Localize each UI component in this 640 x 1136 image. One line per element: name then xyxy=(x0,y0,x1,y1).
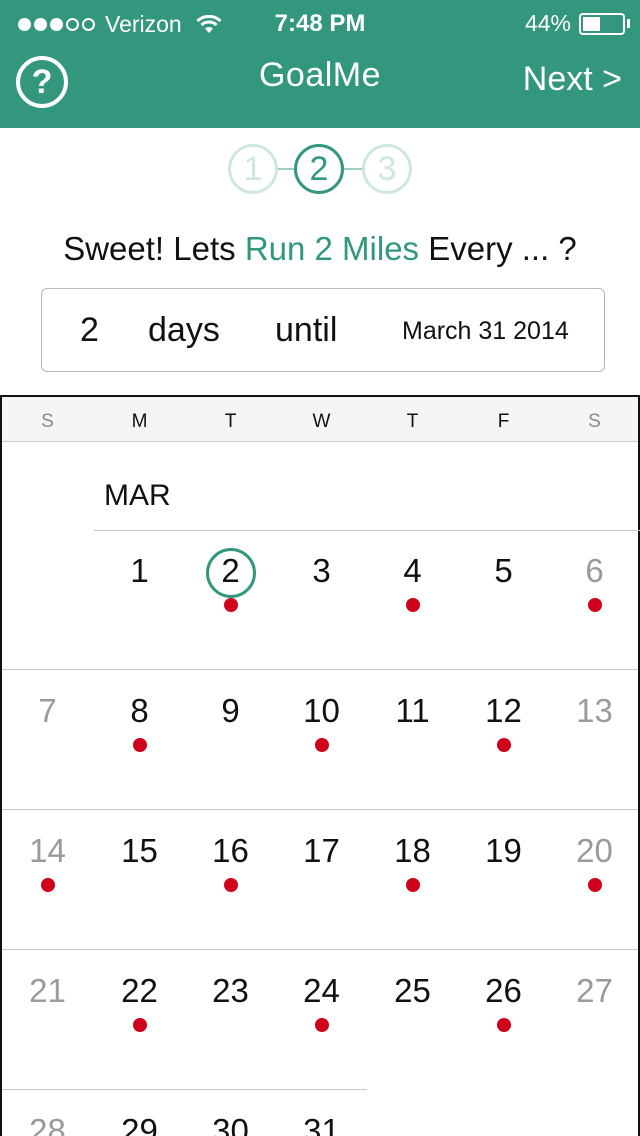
calendar-day[interactable]: 25 xyxy=(367,972,458,1010)
calendar-day[interactable]: 21 xyxy=(2,972,93,1010)
week-divider xyxy=(2,669,638,670)
calendar-day[interactable]: 19 xyxy=(458,832,549,870)
scheduled-day-marker xyxy=(40,878,55,892)
calendar-day[interactable]: 18 xyxy=(367,832,458,870)
weekday-label: T xyxy=(224,411,237,432)
scheduled-day-marker xyxy=(587,598,602,612)
weekday-label: W xyxy=(312,411,331,432)
calendar-day[interactable]: 10 xyxy=(276,692,367,730)
month-label: MAR xyxy=(104,479,171,512)
frequency-count[interactable]: 2 xyxy=(80,311,99,350)
scheduled-day-marker xyxy=(496,738,511,752)
calendar-day[interactable]: 4 xyxy=(367,552,458,590)
calendar-day[interactable]: 1 xyxy=(94,552,185,590)
calendar-day[interactable]: 30 xyxy=(185,1112,276,1136)
scheduled-day-marker xyxy=(132,738,147,752)
calendar-day[interactable]: 20 xyxy=(549,832,640,870)
month-divider xyxy=(94,530,640,531)
step-3: 3 xyxy=(362,144,412,194)
calendar-day[interactable]: 3 xyxy=(276,552,367,590)
calendar-day[interactable]: 26 xyxy=(458,972,549,1010)
scheduled-day-marker xyxy=(223,878,238,892)
calendar-day[interactable]: 27 xyxy=(549,972,640,1010)
battery-status: 44% xyxy=(525,10,630,37)
calendar-day[interactable]: 31 xyxy=(276,1112,367,1136)
scheduled-day-marker xyxy=(587,878,602,892)
battery-icon xyxy=(579,12,625,35)
scheduled-day-marker xyxy=(405,878,420,892)
status-bar: Verizon 7:48 PM 44% xyxy=(0,0,640,50)
calendar-day[interactable]: 16 xyxy=(185,832,276,870)
calendar-day[interactable]: 11 xyxy=(367,692,458,730)
calendar-day[interactable]: 14 xyxy=(2,832,93,870)
calendar-day[interactable]: 6 xyxy=(549,552,640,590)
scheduled-day-marker xyxy=(223,598,238,612)
calendar-day[interactable]: 8 xyxy=(94,692,185,730)
step-indicator: 1 2 3 xyxy=(226,144,416,196)
calendar-day[interactable]: 9 xyxy=(185,692,276,730)
end-date[interactable]: March 31 2014 xyxy=(402,317,569,346)
calendar-day[interactable]: 29 xyxy=(94,1112,185,1136)
calendar-day[interactable]: 13 xyxy=(549,692,640,730)
weekday-label: M xyxy=(131,411,148,432)
goal-headline: Sweet! Lets Run 2 Miles Every ... ? xyxy=(0,230,640,268)
scheduled-day-marker xyxy=(405,598,420,612)
next-button[interactable]: Next > xyxy=(523,60,622,99)
scheduled-day-marker xyxy=(496,1018,511,1032)
headline-suffix: Every ... ? xyxy=(419,230,577,267)
step-connector xyxy=(342,168,364,170)
until-label: until xyxy=(275,311,338,349)
goal-name: Run 2 Miles xyxy=(244,230,420,267)
step-2: 2 xyxy=(294,144,344,194)
frequency-picker[interactable]: 2 days until March 31 2014 xyxy=(41,288,605,372)
week-divider xyxy=(2,949,638,950)
battery-percent: 44% xyxy=(524,10,571,36)
calendar-day[interactable]: 24 xyxy=(276,972,367,1010)
calendar-day[interactable]: 15 xyxy=(94,832,185,870)
calendar-day[interactable]: 22 xyxy=(94,972,185,1010)
calendar-day[interactable]: 23 xyxy=(185,972,276,1010)
weekday-label: S xyxy=(41,411,54,432)
calendar-day[interactable]: 12 xyxy=(458,692,549,730)
week-divider xyxy=(2,1089,367,1090)
calendar: S M T W T F S MAR 1 2 3 4 5 6 7 8 9 10 11 12 13 14 15 1… xyxy=(0,395,640,1136)
weekday-header: S M T W T F S xyxy=(2,397,638,442)
scheduled-day-marker xyxy=(132,1018,147,1032)
weekday-label: F xyxy=(497,411,510,432)
calendar-day[interactable]: 7 xyxy=(2,692,93,730)
calendar-day[interactable]: 5 xyxy=(458,552,549,590)
step-1: 1 xyxy=(228,144,278,194)
weekday-label: T xyxy=(406,411,419,432)
headline-prefix: Sweet! Lets xyxy=(63,230,245,267)
frequency-unit[interactable]: days xyxy=(148,311,220,350)
selected-day-ring xyxy=(205,548,256,598)
app-header: Verizon 7:48 PM 44% ? GoalMe Next > xyxy=(0,0,640,128)
week-divider xyxy=(2,809,638,810)
weekday-label: S xyxy=(588,411,601,432)
scheduled-day-marker xyxy=(314,1018,329,1032)
calendar-day[interactable]: 28 xyxy=(2,1112,93,1136)
scheduled-day-marker xyxy=(314,738,329,752)
calendar-day[interactable]: 17 xyxy=(276,832,367,870)
